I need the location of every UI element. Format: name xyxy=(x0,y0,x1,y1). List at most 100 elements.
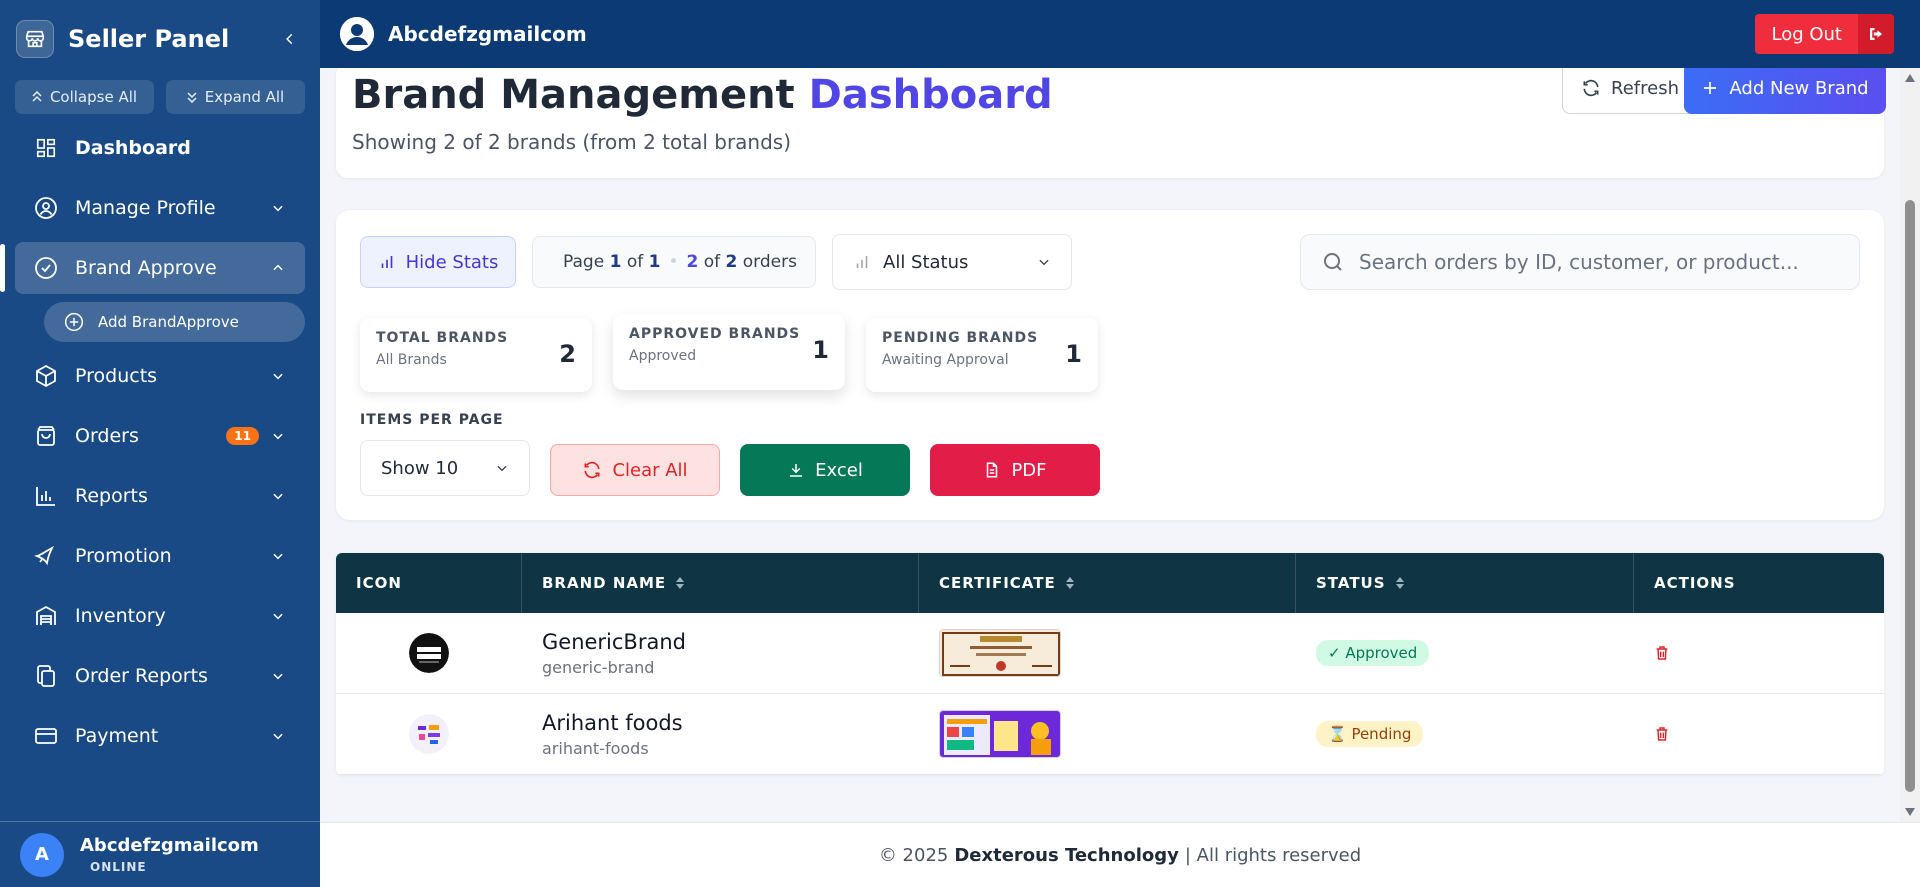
plus-icon xyxy=(1704,82,1717,94)
sidebar-item-reports[interactable]: Reports xyxy=(15,470,305,522)
add-new-brand-button[interactable]: Add New Brand xyxy=(1684,68,1886,114)
sign-out-icon xyxy=(1858,14,1894,54)
page-title-main: Brand Management xyxy=(352,72,795,118)
box-icon xyxy=(33,363,59,389)
column-header-status[interactable]: STATUS xyxy=(1296,553,1634,613)
logout-button[interactable]: Log Out xyxy=(1755,14,1894,54)
sidebar-subitem-add-brandapprove[interactable]: Add BrandApprove xyxy=(44,302,305,342)
excel-label: Excel xyxy=(815,459,863,481)
user-avatar-icon[interactable] xyxy=(340,17,374,51)
filter-panel: Hide Stats Page 1 of 1 • 2 of 2 orders A… xyxy=(336,210,1884,520)
sidebar-user-name: Abcdefzgmailcom xyxy=(80,835,259,856)
sidebar-header: Seller Panel xyxy=(0,0,320,78)
sidebar-item-brand-approve[interactable]: Brand Approve xyxy=(0,242,305,294)
sort-icon xyxy=(1395,577,1404,589)
logout-label: Log Out xyxy=(1755,14,1858,54)
sidebar-item-dashboard[interactable]: Dashboard xyxy=(15,122,305,174)
chevron-down-icon xyxy=(271,668,287,684)
sidebar-item-order-reports[interactable]: Order Reports xyxy=(15,650,305,702)
stat-card-pending-brands: PENDING BRANDS Awaiting Approval 1 xyxy=(866,318,1098,392)
expand-all-button[interactable]: Expand All xyxy=(166,80,305,114)
scroll-up-arrow-icon[interactable] xyxy=(1905,74,1915,82)
clear-all-label: Clear All xyxy=(612,459,688,481)
refresh-icon xyxy=(584,461,600,479)
refresh-label: Refresh xyxy=(1611,77,1679,99)
signal-bars-icon xyxy=(381,256,392,268)
megaphone-icon xyxy=(33,543,59,569)
hide-stats-label: Hide Stats xyxy=(405,251,499,273)
pagination-info: Page 1 of 1 • 2 of 2 orders xyxy=(532,236,816,288)
brand-logo xyxy=(409,714,449,754)
vertical-scrollbar[interactable] xyxy=(1900,68,1920,822)
expand-all-label: Expand All xyxy=(204,88,285,106)
status-badge: ⌛ Pending xyxy=(1316,721,1424,747)
hide-stats-button[interactable]: Hide Stats xyxy=(360,236,516,288)
user-circle-icon xyxy=(33,195,59,221)
delete-trash-icon[interactable] xyxy=(1654,644,1670,662)
stat-label: APPROVED BRANDS xyxy=(629,326,801,342)
table-header: ICON BRAND NAME CERTIFICATE STATUS ACTIO… xyxy=(336,553,1884,613)
chevron-down-icon xyxy=(1037,255,1051,269)
certificate-thumbnail[interactable] xyxy=(939,710,1061,758)
of-word: of xyxy=(626,252,644,272)
clear-all-button[interactable]: Clear All xyxy=(550,444,720,496)
stat-card-total-brands: TOTAL BRANDS All Brands 2 xyxy=(360,318,592,392)
column-header-brand-name[interactable]: BRAND NAME xyxy=(522,553,919,613)
stat-sub: All Brands xyxy=(376,352,447,368)
collapse-all-button[interactable]: Collapse All xyxy=(15,80,154,114)
badge-check-icon xyxy=(33,255,59,281)
sidebar-item-products[interactable]: Products xyxy=(15,350,305,402)
stat-label: TOTAL BRANDS xyxy=(376,330,509,346)
footer-rights: | All rights reserved xyxy=(1184,844,1362,866)
sidebar-user[interactable]: A Abcdefzgmailcom ONLINE xyxy=(0,821,320,887)
sidebar-item-label: Products xyxy=(75,365,158,387)
page-subtitle: Showing 2 of 2 brands (from 2 total bran… xyxy=(352,130,792,154)
collapse-sidebar-icon[interactable] xyxy=(276,25,304,53)
bar-chart-icon xyxy=(33,483,59,509)
sidebar-menu: Dashboard Manage Profile Brand Approve A… xyxy=(0,122,320,762)
status-filter-value: All Status xyxy=(883,251,969,273)
footer-copyright: © 2025 xyxy=(878,844,949,866)
topbar-user-name: Abcdefzgmailcom xyxy=(388,22,587,46)
export-excel-button[interactable]: Excel xyxy=(740,444,910,496)
certificate-thumbnail[interactable] xyxy=(939,629,1061,677)
refresh-button[interactable]: Refresh xyxy=(1562,68,1698,114)
sidebar-item-label: Order Reports xyxy=(75,665,208,687)
store-icon xyxy=(16,20,54,58)
sidebar-item-label: Payment xyxy=(75,725,159,747)
chevron-down-icon xyxy=(271,548,287,564)
sidebar-item-payment[interactable]: Payment xyxy=(15,710,305,762)
sidebar-item-promotion[interactable]: Promotion xyxy=(15,530,305,582)
chevron-up-icon xyxy=(271,260,287,276)
status-filter-select[interactable]: All Status xyxy=(832,234,1072,290)
delete-trash-icon[interactable] xyxy=(1654,725,1670,743)
scrollbar-thumb[interactable] xyxy=(1905,200,1915,792)
shopping-bag-icon xyxy=(33,423,59,449)
chevron-down-icon xyxy=(495,461,509,475)
page-current: 1 xyxy=(609,252,622,272)
items-per-page-value: Show 10 xyxy=(381,457,459,479)
chevron-down-icon xyxy=(271,200,287,216)
shown-count: 2 xyxy=(686,252,699,272)
status-badge: ✓ Approved xyxy=(1316,640,1430,666)
brand-slug: arihant-foods xyxy=(542,738,649,758)
column-header-certificate[interactable]: CERTIFICATE xyxy=(919,553,1296,613)
footer-company: Dexterous Technology xyxy=(954,844,1179,866)
dashboard-grid-icon xyxy=(33,135,59,161)
credit-card-icon xyxy=(33,723,59,749)
brand-logo xyxy=(409,633,449,673)
items-per-page-select[interactable]: Show 10 xyxy=(360,440,530,496)
sort-icon xyxy=(1065,577,1074,589)
sidebar-item-manage-profile[interactable]: Manage Profile xyxy=(15,182,305,234)
of-word: of xyxy=(703,252,721,272)
search-input[interactable] xyxy=(1359,250,1819,274)
export-pdf-button[interactable]: PDF xyxy=(930,444,1100,496)
scroll-down-arrow-icon[interactable] xyxy=(1905,808,1915,816)
chevron-down-icon xyxy=(271,368,287,384)
stat-value: 1 xyxy=(812,336,829,364)
stat-value: 1 xyxy=(1065,340,1082,368)
sidebar-item-inventory[interactable]: Inventory xyxy=(15,590,305,642)
sidebar-title: Seller Panel xyxy=(68,25,230,53)
sidebar-item-orders[interactable]: Orders 11 xyxy=(15,410,305,462)
refresh-icon xyxy=(1583,79,1599,97)
